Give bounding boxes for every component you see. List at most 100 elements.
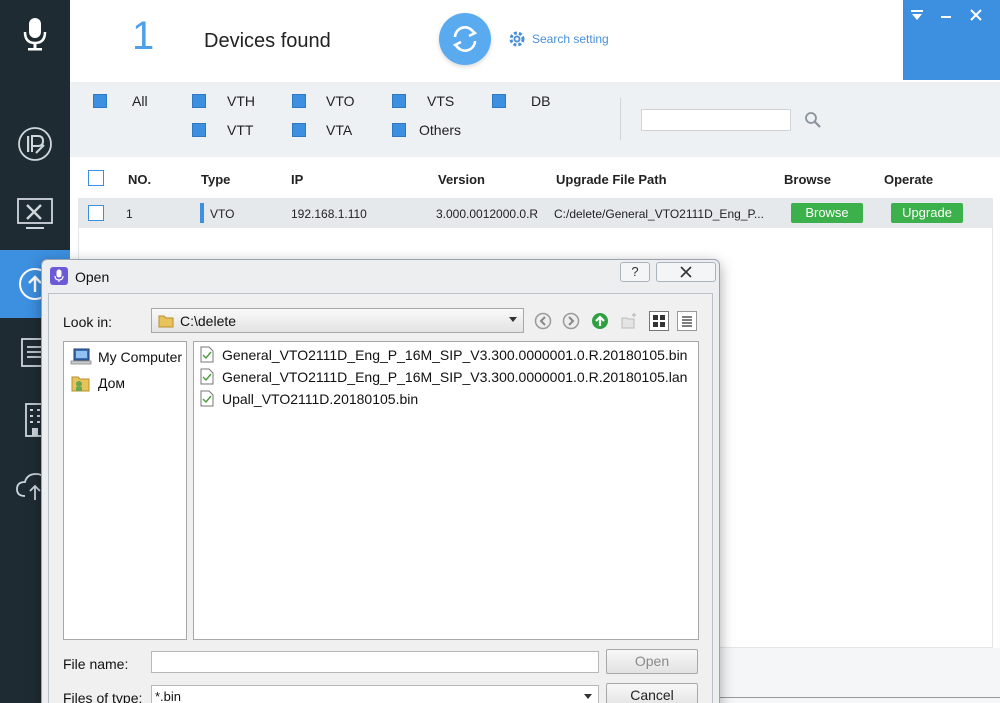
files-of-type-value: *.bin bbox=[155, 689, 182, 703]
detail-view-button[interactable] bbox=[677, 311, 697, 331]
column-header-upgrade-file-path: Upgrade File Path bbox=[556, 172, 667, 187]
filter-checkbox-vts[interactable] bbox=[392, 94, 406, 108]
list-view-button[interactable] bbox=[649, 311, 669, 331]
device-search-input[interactable] bbox=[641, 109, 791, 131]
files-of-type-dropdown[interactable]: *.bin bbox=[151, 685, 599, 703]
open-file-dialog: Open ? Look in: C:\delete My Computer До… bbox=[41, 259, 720, 703]
detail-view-icon bbox=[682, 316, 692, 327]
cell-type: VTO bbox=[210, 207, 235, 221]
open-button[interactable]: Open bbox=[606, 649, 698, 674]
file-list: General_VTO2111D_Eng_P_16M_SIP_V3.300.00… bbox=[193, 341, 699, 640]
look-in-dropdown[interactable]: C:\delete bbox=[151, 308, 524, 333]
computer-icon bbox=[70, 348, 92, 365]
filter-label-vto: VTO bbox=[326, 93, 355, 109]
upgrade-button[interactable]: Upgrade bbox=[891, 203, 963, 223]
cell-no: 1 bbox=[126, 207, 133, 221]
type-marker bbox=[200, 203, 204, 223]
filter-checkbox-vth[interactable] bbox=[192, 94, 206, 108]
file-icon bbox=[200, 346, 214, 363]
file-icon bbox=[200, 390, 214, 407]
minimize-button[interactable] bbox=[936, 8, 956, 28]
filter-label-vta: VTA bbox=[326, 122, 353, 138]
file-name-input[interactable] bbox=[151, 651, 599, 673]
select-all-checkbox[interactable] bbox=[88, 170, 104, 186]
microphone-icon bbox=[23, 18, 47, 51]
file-name: Upall_VTO2111D.20180105.bin bbox=[222, 390, 419, 407]
refresh-icon bbox=[452, 26, 478, 52]
filter-divider bbox=[620, 98, 621, 140]
table-row[interactable]: 1 VTO 192.168.1.110 3.000.0012000.0.R C:… bbox=[78, 198, 993, 228]
place-label: My Computer bbox=[98, 349, 183, 365]
place-home[interactable]: Дом bbox=[70, 373, 125, 393]
filter-checkbox-vtt[interactable] bbox=[192, 123, 206, 137]
cancel-button[interactable]: Cancel bbox=[606, 683, 698, 703]
filter-label-vtt: VTT bbox=[227, 122, 254, 138]
dialog-title: Open bbox=[75, 269, 110, 285]
filter-checkbox-vta[interactable] bbox=[292, 123, 306, 137]
gear-icon bbox=[509, 31, 525, 47]
refresh-button[interactable] bbox=[439, 13, 491, 65]
column-header-type: Type bbox=[201, 172, 231, 187]
cell-upgrade-file-path: C:/delete/General_VTO2111D_Eng_P... bbox=[554, 207, 764, 221]
column-header-no: NO. bbox=[128, 172, 152, 187]
chevron-down-icon bbox=[584, 694, 592, 699]
menu-down-icon bbox=[911, 10, 923, 20]
device-type-filter: All VTH VTO VTS DB VTT VTA Others bbox=[70, 82, 1000, 157]
devices-found-label: Devices found bbox=[204, 30, 331, 52]
search-setting-label: Search setting bbox=[532, 32, 609, 46]
filter-checkbox-others[interactable] bbox=[392, 123, 406, 137]
back-arrow-icon bbox=[534, 312, 552, 330]
back-button[interactable] bbox=[533, 311, 553, 331]
menu-dropdown-button[interactable] bbox=[907, 8, 927, 28]
ip-icon bbox=[18, 127, 52, 161]
config-tools-icon bbox=[17, 198, 53, 229]
filter-label-vts: VTS bbox=[427, 93, 455, 109]
dialog-body: Look in: C:\delete My Computer Дом Gener… bbox=[48, 293, 713, 703]
file-name: General_VTO2111D_Eng_P_16M_SIP_V3.300.00… bbox=[222, 368, 688, 385]
close-icon bbox=[970, 9, 982, 21]
list-item[interactable]: General_VTO2111D_Eng_P_16M_SIP_V3.300.00… bbox=[200, 368, 687, 385]
filter-label-others: Others bbox=[419, 122, 462, 138]
filter-checkbox-vto[interactable] bbox=[292, 94, 306, 108]
close-icon bbox=[680, 266, 692, 278]
column-header-operate: Operate bbox=[884, 172, 934, 187]
sidebar-item-voice[interactable] bbox=[0, 0, 70, 68]
column-header-browse: Browse bbox=[784, 172, 831, 187]
close-window-button[interactable] bbox=[966, 8, 986, 28]
file-icon bbox=[200, 368, 214, 385]
window-controls bbox=[903, 0, 1000, 80]
table-header: NO. Type IP Version Upgrade File Path Br… bbox=[78, 162, 993, 196]
place-my-computer[interactable]: My Computer bbox=[70, 348, 182, 366]
file-name-label: File name: bbox=[63, 656, 129, 672]
up-arrow-icon bbox=[592, 313, 608, 329]
look-in-label: Look in: bbox=[63, 314, 113, 330]
filter-label-db: DB bbox=[531, 93, 551, 109]
parent-folder-button[interactable] bbox=[590, 311, 610, 331]
places-sidebar: My Computer Дом bbox=[63, 341, 187, 640]
app-icon bbox=[50, 267, 68, 285]
sidebar-item-config[interactable] bbox=[0, 180, 70, 248]
row-checkbox[interactable] bbox=[88, 205, 104, 221]
minimize-icon bbox=[941, 16, 951, 18]
chevron-down-icon bbox=[509, 317, 517, 322]
sidebar-item-ip[interactable] bbox=[0, 110, 70, 178]
browse-button[interactable]: Browse bbox=[791, 203, 863, 223]
list-item[interactable]: Upall_VTO2111D.20180105.bin bbox=[200, 390, 418, 407]
look-in-value: C:\delete bbox=[180, 313, 237, 329]
help-button[interactable]: ? bbox=[620, 262, 650, 282]
help-icon: ? bbox=[631, 264, 639, 279]
status-strip bbox=[700, 648, 1000, 703]
column-header-version: Version bbox=[438, 172, 485, 187]
forward-arrow-icon bbox=[562, 312, 580, 330]
grid-view-icon bbox=[653, 315, 665, 327]
list-item[interactable]: General_VTO2111D_Eng_P_16M_SIP_V3.300.00… bbox=[200, 346, 687, 363]
filter-checkbox-all[interactable] bbox=[93, 94, 107, 108]
new-folder-icon bbox=[621, 313, 636, 329]
forward-button[interactable] bbox=[561, 311, 581, 331]
dialog-close-button[interactable] bbox=[656, 262, 716, 282]
filter-checkbox-db[interactable] bbox=[492, 94, 506, 108]
new-folder-button[interactable] bbox=[619, 311, 639, 331]
bottom-divider bbox=[720, 697, 1000, 698]
search-setting-link[interactable]: Search setting bbox=[508, 30, 609, 48]
search-icon[interactable] bbox=[804, 111, 822, 134]
